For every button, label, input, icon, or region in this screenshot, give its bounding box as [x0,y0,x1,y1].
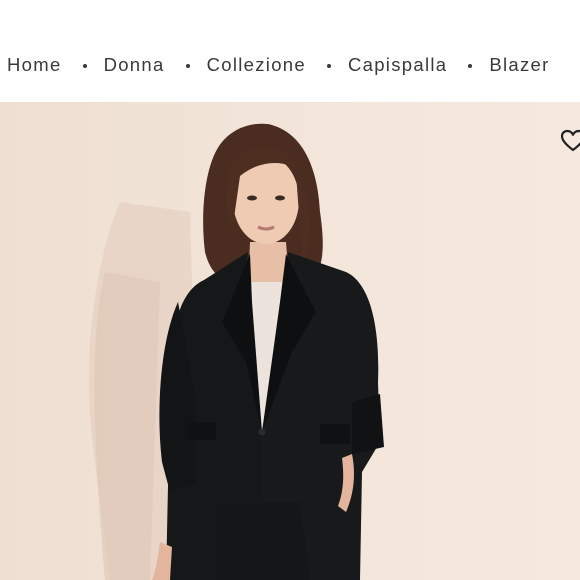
breadcrumb-capispalla[interactable]: Capispalla [348,54,447,76]
breadcrumb-separator [82,64,87,68]
pocket-flap-left [188,422,216,440]
breadcrumb-home[interactable]: Home [7,54,62,76]
breadcrumb-donna[interactable]: Donna [104,54,165,76]
wall-shadow-inner [94,272,160,580]
trousers [214,502,310,580]
breadcrumb-blazer[interactable]: Blazer [489,54,549,76]
favorite-button[interactable] [560,128,580,154]
breadcrumb-collezione[interactable]: Collezione [207,54,306,76]
product-image[interactable] [0,102,580,580]
jacket-button [258,428,266,436]
pocket-flap-right [320,424,350,444]
breadcrumb: Home Donna Collezione Capispalla Blazer [7,52,550,78]
heart-outline-icon [560,129,580,152]
eye-left [247,195,257,201]
breadcrumb-separator [326,64,331,68]
breadcrumb-separator [185,64,190,68]
breadcrumb-separator [468,64,473,68]
breadcrumb-bar: Home Donna Collezione Capispalla Blazer [0,0,580,102]
jacket-right-cuff [352,394,384,454]
product-photo-illustration [89,123,384,580]
eye-right [275,195,285,201]
